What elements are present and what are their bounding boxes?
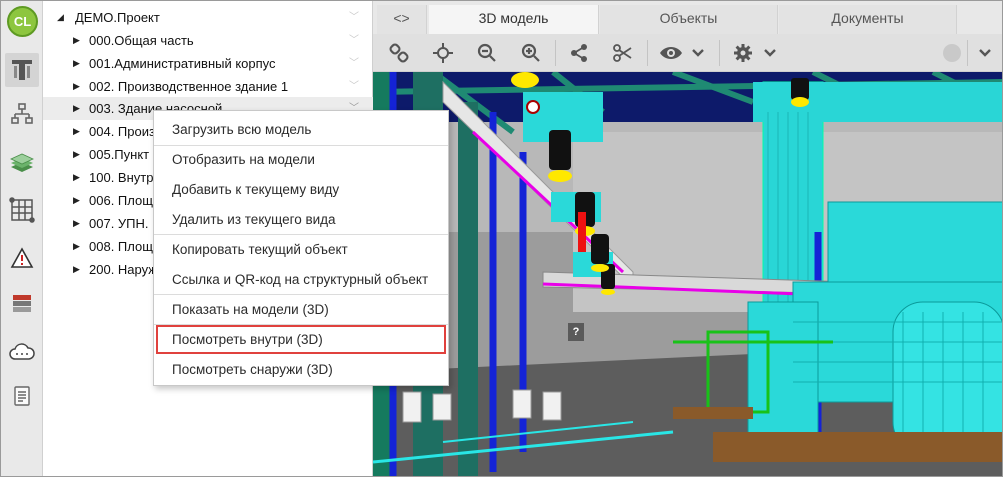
hierarchy-icon[interactable] bbox=[5, 97, 39, 131]
zoom-out-icon[interactable] bbox=[471, 37, 503, 69]
expand-arrow-icon[interactable]: ▶ bbox=[73, 166, 80, 189]
expand-arrow-icon[interactable]: ▶ bbox=[73, 258, 80, 281]
expand-arrow-icon[interactable]: ▶ bbox=[73, 120, 80, 143]
link-icon[interactable] bbox=[383, 37, 415, 69]
expand-arrow-icon[interactable]: ▶ bbox=[73, 75, 80, 98]
menu-item-show-3d[interactable]: Показать на модели (3D) bbox=[154, 295, 448, 324]
chevron-down-icon[interactable] bbox=[687, 37, 709, 69]
tree-root-label: ДЕМО.Проект bbox=[75, 10, 160, 25]
warning-icon[interactable] bbox=[5, 241, 39, 275]
tree-item-label: 200. Наруж bbox=[89, 262, 157, 277]
zoom-in-icon[interactable] bbox=[515, 37, 547, 69]
toolbar-separator bbox=[647, 40, 648, 66]
tree-item-label: 000.Общая часть bbox=[89, 33, 194, 48]
chevron-down-icon[interactable] bbox=[759, 37, 781, 69]
chevron-down-icon[interactable]: ﹀ bbox=[349, 75, 359, 98]
tree-item[interactable]: ▶ 002. Производственное здание 1 ﹀ bbox=[43, 75, 373, 98]
menu-item-view-inside-3d[interactable]: Посмотреть внутри (3D) bbox=[156, 325, 446, 354]
tree-item-label: 007. УПН. bbox=[89, 216, 149, 231]
tree-item-label: 002. Производственное здание 1 bbox=[89, 79, 289, 94]
gear-icon[interactable] bbox=[727, 37, 759, 69]
status-indicator bbox=[943, 44, 961, 62]
eye-icon[interactable] bbox=[655, 37, 687, 69]
menu-item-view-outside-3d[interactable]: Посмотреть снаружи (3D) bbox=[154, 355, 448, 384]
expand-arrow-icon[interactable]: ▶ bbox=[73, 52, 80, 75]
tree-item-label: 004. Произ bbox=[89, 124, 155, 139]
viewer-toolbar bbox=[373, 34, 1002, 72]
context-menu: Загрузить всю модель Отобразить на модел… bbox=[153, 110, 449, 386]
share-icon[interactable] bbox=[563, 37, 595, 69]
app-logo[interactable]: CL bbox=[7, 6, 38, 37]
tree-item[interactable]: ▶ 001.Административный корпус ﹀ bbox=[43, 52, 373, 75]
left-rail: CL bbox=[1, 1, 43, 476]
menu-item-load-model[interactable]: Загрузить всю модель bbox=[154, 115, 448, 144]
view-tabs: <> 3D модель Объекты Документы bbox=[373, 1, 1002, 34]
toolbar-separator bbox=[719, 40, 720, 66]
structure-icon[interactable] bbox=[5, 53, 39, 87]
3d-scene bbox=[373, 72, 1002, 476]
expand-arrow-icon[interactable]: ▶ bbox=[73, 97, 80, 120]
chevron-down-icon[interactable]: ﹀ bbox=[349, 6, 359, 29]
layers-icon[interactable] bbox=[5, 147, 39, 181]
collapse-arrow-icon[interactable]: ◢ bbox=[57, 6, 64, 29]
tree-item-label: 001.Административный корпус bbox=[89, 56, 276, 71]
tree-item-label: 006. Площ bbox=[89, 193, 153, 208]
tab-3d-model[interactable]: 3D модель bbox=[429, 5, 599, 34]
help-marker[interactable]: ? bbox=[568, 323, 584, 341]
chevron-down-icon[interactable]: ﹀ bbox=[349, 52, 359, 75]
document-icon[interactable] bbox=[5, 379, 39, 413]
expand-arrow-icon[interactable]: ▶ bbox=[73, 143, 80, 166]
menu-item-remove-from-view[interactable]: Удалить из текущего вида bbox=[154, 205, 448, 234]
3d-viewport[interactable]: ? bbox=[373, 72, 1002, 476]
toolbar-separator bbox=[967, 40, 968, 66]
move-icon[interactable] bbox=[427, 37, 459, 69]
panel-toggle-button[interactable]: <> bbox=[377, 5, 427, 34]
toolbar-separator bbox=[555, 40, 556, 66]
table-icon[interactable] bbox=[5, 287, 39, 321]
menu-item-add-to-view[interactable]: Добавить к текущему виду bbox=[154, 175, 448, 204]
expand-arrow-icon[interactable]: ▶ bbox=[73, 212, 80, 235]
chevron-down-icon[interactable]: ﹀ bbox=[349, 29, 359, 52]
tree-root[interactable]: ◢ ДЕМО.Проект ﹀ bbox=[43, 6, 373, 29]
tab-objects[interactable]: Объекты bbox=[600, 5, 778, 34]
expand-arrow-icon[interactable]: ▶ bbox=[73, 189, 80, 212]
tree-item-label: 008. Площ bbox=[89, 239, 153, 254]
chevron-down-icon[interactable] bbox=[971, 37, 999, 69]
menu-item-copy-object[interactable]: Копировать текущий объект bbox=[154, 235, 448, 264]
scissors-icon[interactable] bbox=[607, 37, 639, 69]
expand-arrow-icon[interactable]: ▶ bbox=[73, 235, 80, 258]
cloud-icon[interactable] bbox=[5, 335, 39, 369]
tab-documents[interactable]: Документы bbox=[779, 5, 957, 34]
tree-item[interactable]: ▶ 000.Общая часть ﹀ bbox=[43, 29, 373, 52]
menu-item-show-on-model[interactable]: Отобразить на модели bbox=[154, 145, 448, 174]
app-window: CL ◢ ДЕМО.Проект ﹀ ▶ 000.Общая часть ﹀ ▶… bbox=[0, 0, 1003, 477]
menu-item-link-qr[interactable]: Ссылка и QR-код на структурный объект bbox=[154, 265, 448, 294]
tree-item-label: 005.Пункт bbox=[89, 147, 150, 162]
network-icon[interactable] bbox=[5, 193, 39, 227]
tree-item-label: 100. Внутр bbox=[89, 170, 154, 185]
expand-arrow-icon[interactable]: ▶ bbox=[73, 29, 80, 52]
